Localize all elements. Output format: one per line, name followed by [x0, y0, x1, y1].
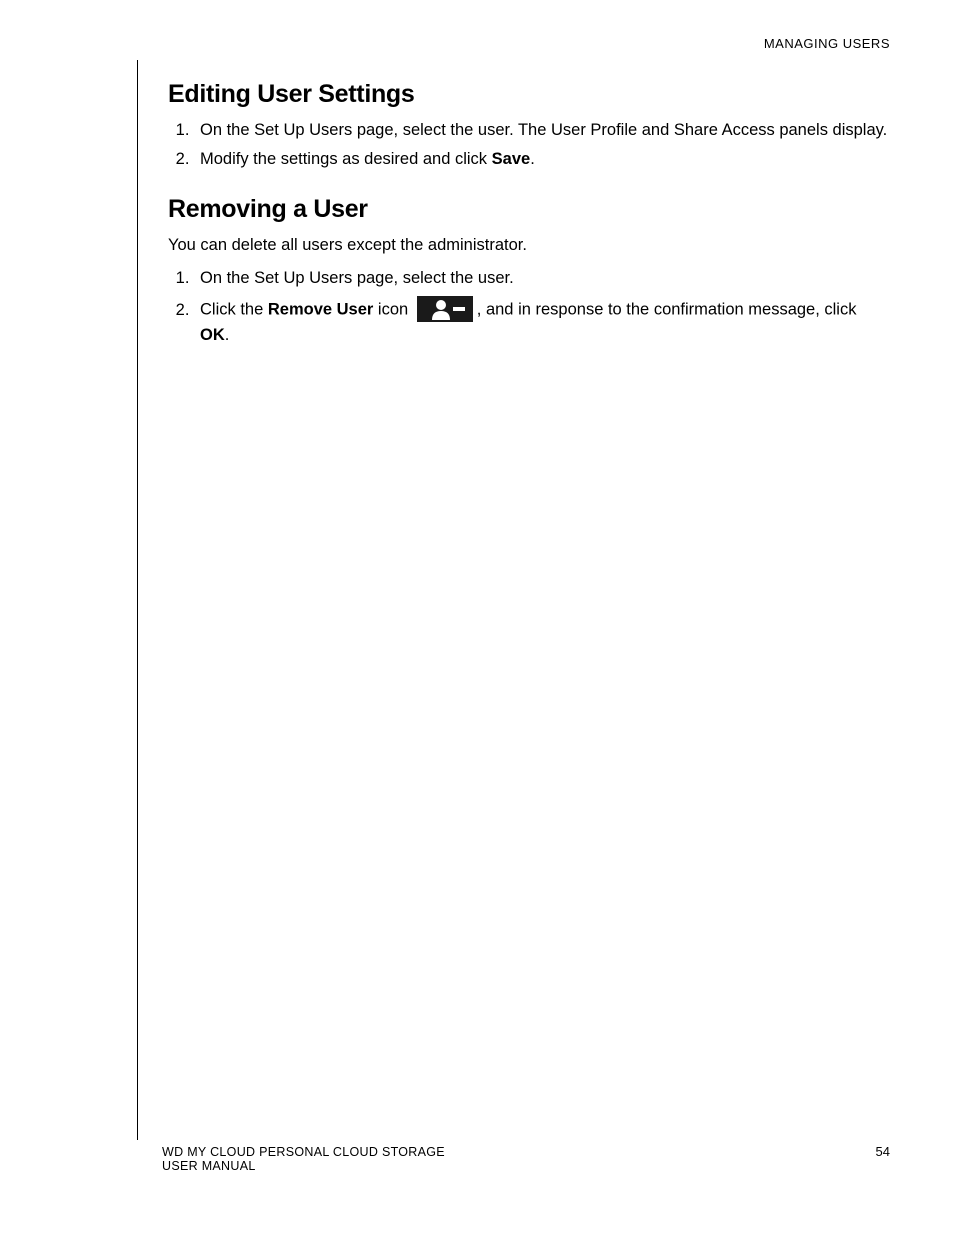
page-footer: WD MY CLOUD PERSONAL CLOUD STORAGE USER … — [162, 1145, 892, 1173]
footer-line-2: USER MANUAL — [162, 1159, 892, 1173]
remove-user-icon — [417, 296, 473, 322]
remove-step-2-text-a: Click the — [200, 301, 268, 319]
remove-step-1: On the Set Up Users page, select the use… — [194, 267, 888, 290]
left-margin-rule — [137, 60, 138, 1140]
save-label: Save — [492, 150, 531, 168]
remove-user-bold: Remove User — [268, 301, 373, 319]
footer-line-1: WD MY CLOUD PERSONAL CLOUD STORAGE — [162, 1145, 892, 1159]
page-header-label: MANAGING USERS — [764, 36, 890, 51]
edit-step-2-text-a: Modify the settings as desired and click — [200, 150, 492, 168]
heading-removing-user: Removing a User — [168, 195, 888, 224]
main-content: Editing User Settings On the Set Up User… — [168, 80, 888, 353]
ok-label: OK — [200, 326, 225, 344]
edit-steps-list: On the Set Up Users page, select the use… — [168, 119, 888, 171]
edit-step-1: On the Set Up Users page, select the use… — [194, 119, 888, 142]
remove-intro-text: You can delete all users except the admi… — [168, 234, 888, 257]
remove-step-2-text-c: , and in response to the confirmation me… — [477, 301, 857, 319]
document-page: MANAGING USERS Editing User Settings On … — [0, 0, 954, 1235]
remove-steps-list: On the Set Up Users page, select the use… — [168, 267, 888, 347]
heading-editing-user-settings: Editing User Settings — [168, 80, 888, 109]
remove-step-2-text-d: . — [225, 326, 230, 344]
edit-step-2: Modify the settings as desired and click… — [194, 148, 888, 171]
remove-step-2: Click the Remove User icon , and in resp… — [194, 296, 888, 347]
page-number: 54 — [876, 1144, 890, 1159]
edit-step-2-text-b: . — [530, 150, 535, 168]
remove-step-2-text-b: icon — [373, 301, 412, 319]
